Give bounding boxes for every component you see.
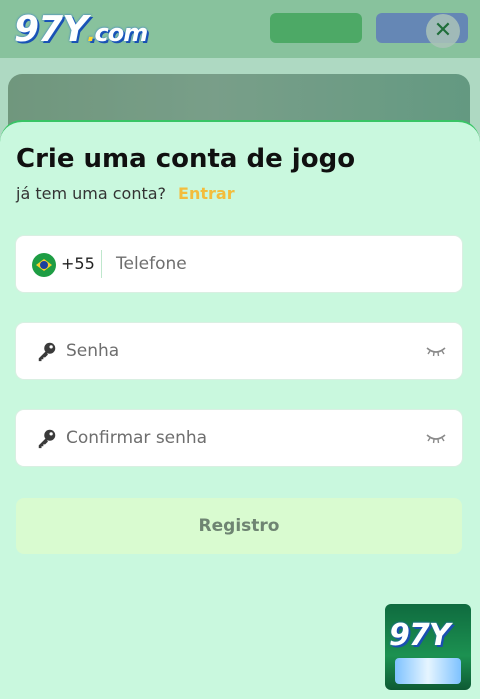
site-logo: 97Y.com xyxy=(14,9,149,50)
password-input[interactable]: Senha xyxy=(66,341,119,361)
key-icon xyxy=(38,342,56,362)
logo-separator: . xyxy=(87,22,95,47)
key-icon xyxy=(38,429,56,449)
register-button[interactable]: Registro xyxy=(16,498,462,554)
confirm-password-input[interactable]: Confirmar senha xyxy=(66,428,207,448)
login-link[interactable]: Entrar xyxy=(178,184,235,203)
gems-icon xyxy=(395,658,461,684)
close-button[interactable]: ✕ xyxy=(426,14,460,48)
login-prompt-text: já tem uma conta? xyxy=(16,184,167,203)
brazil-flag-icon[interactable] xyxy=(32,253,56,277)
country-code[interactable]: +55 xyxy=(61,254,95,273)
phone-input[interactable]: Telefone xyxy=(116,254,187,274)
logo-suffix: com xyxy=(94,19,149,47)
app-badge[interactable]: 97Y xyxy=(385,604,471,690)
flag-globe xyxy=(40,261,48,269)
confirm-password-field[interactable]: Confirmar senha xyxy=(16,410,462,466)
phone-field[interactable]: +55 Telefone xyxy=(16,236,462,292)
field-divider xyxy=(101,250,102,278)
eye-closed-icon[interactable] xyxy=(426,345,446,357)
password-field[interactable]: Senha xyxy=(16,323,462,379)
eye-closed-icon[interactable] xyxy=(426,432,446,444)
page-title: Crie uma conta de jogo xyxy=(16,144,356,174)
logo-main: 97Y xyxy=(14,9,88,50)
badge-text: 97Y xyxy=(389,618,450,653)
close-icon: ✕ xyxy=(433,18,453,43)
login-prompt: já tem uma conta? Entrar xyxy=(16,184,235,203)
